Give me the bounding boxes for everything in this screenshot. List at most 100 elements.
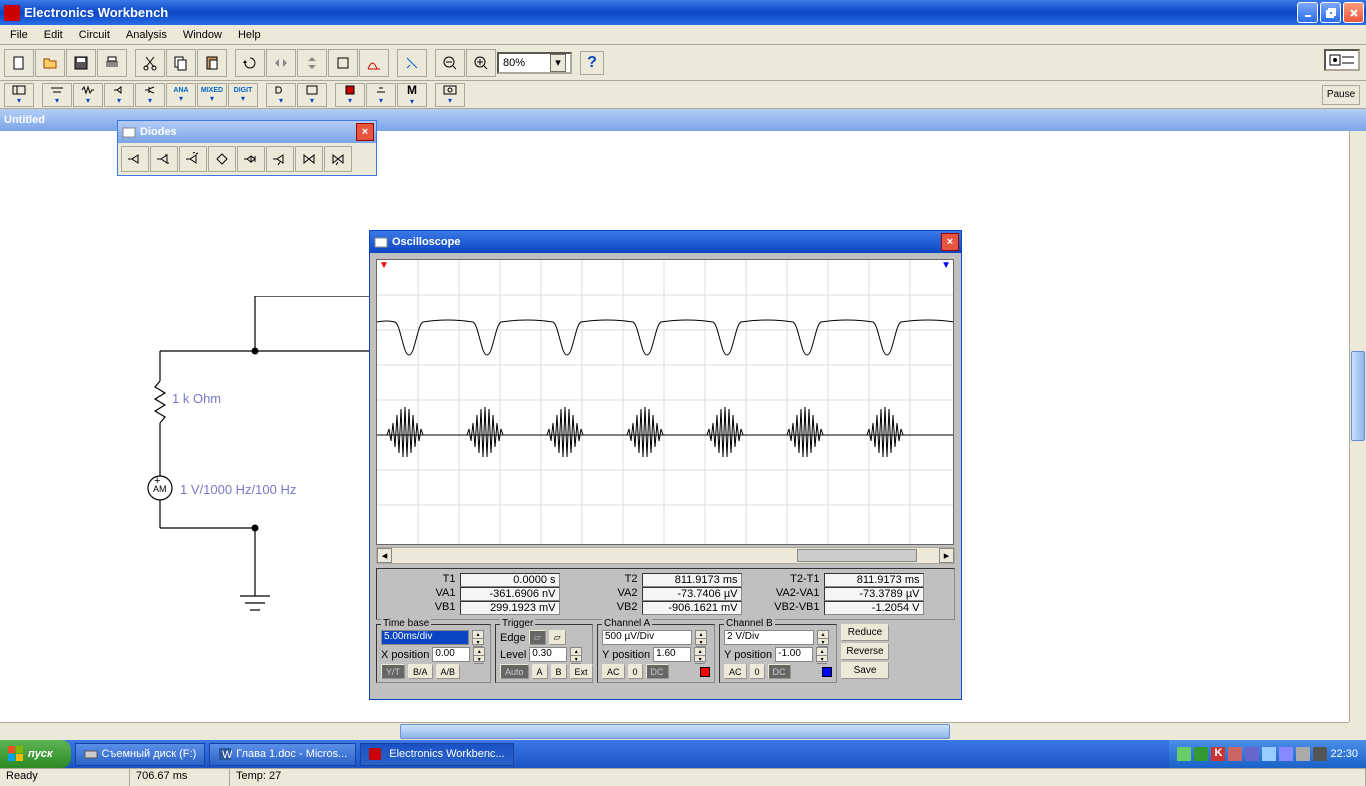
chb-scale-spinner[interactable]: ▴▾: [817, 630, 829, 645]
cha-scale-spinner[interactable]: ▴▾: [695, 630, 707, 645]
scroll-thumb[interactable]: [797, 549, 917, 562]
scope-hscroll[interactable]: ◂ ▸: [376, 547, 955, 564]
restore-button[interactable]: [1320, 2, 1341, 23]
trigger-auto-button[interactable]: Auto: [500, 664, 529, 679]
zener-button[interactable]: [150, 146, 178, 172]
close-button[interactable]: [1343, 2, 1364, 23]
vscroll-thumb[interactable]: [1351, 351, 1365, 441]
digital-ics-button[interactable]: DIGIT▾: [228, 83, 258, 107]
open-button[interactable]: [35, 49, 65, 77]
horizontal-scrollbar[interactable]: [0, 722, 1349, 740]
tray-icon[interactable]: [1228, 747, 1242, 761]
componentprops-button[interactable]: [397, 49, 427, 77]
tray-clock[interactable]: 22:30: [1330, 748, 1358, 760]
diodes-button[interactable]: ▾: [104, 83, 134, 107]
favorites-button[interactable]: ▾: [4, 83, 34, 107]
ba-button[interactable]: B/A: [408, 664, 433, 679]
hscroll-thumb[interactable]: [400, 724, 950, 739]
diode-button[interactable]: [121, 146, 149, 172]
led-button[interactable]: [179, 146, 207, 172]
chb-scale-input[interactable]: 2 V/Div: [724, 630, 814, 645]
help-button[interactable]: ?: [580, 51, 604, 75]
taskbar-item-1[interactable]: WГлава 1.doc - Micros...: [209, 743, 356, 766]
digital-button[interactable]: ▾: [297, 83, 327, 107]
save-scope-button[interactable]: Save: [841, 662, 889, 679]
trigger-b-button[interactable]: B: [551, 664, 567, 679]
mixed-ics-button[interactable]: MIXED▾: [197, 83, 227, 107]
flip-v-button[interactable]: [297, 49, 327, 77]
menu-file[interactable]: File: [2, 27, 36, 43]
graph-button[interactable]: [359, 49, 389, 77]
analog-ics-button[interactable]: ANA▾: [166, 83, 196, 107]
trigger-a-button[interactable]: A: [532, 664, 548, 679]
zoom-in-button[interactable]: [466, 49, 496, 77]
level-input[interactable]: 0.30: [529, 647, 567, 662]
menu-edit[interactable]: Edit: [36, 27, 71, 43]
timebase-scale-input[interactable]: 5.00ms/div: [381, 630, 469, 645]
bridge-button[interactable]: [208, 146, 236, 172]
vertical-scrollbar[interactable]: [1349, 131, 1366, 722]
xpos-spinner[interactable]: ▴▾: [473, 647, 485, 662]
tray-icon[interactable]: [1279, 747, 1293, 761]
chb-ypos-spinner[interactable]: ▴▾: [816, 647, 828, 662]
scr-button[interactable]: [266, 146, 294, 172]
cha-scale-input[interactable]: 500 µV/Div: [602, 630, 692, 645]
oscilloscope-window[interactable]: Oscilloscope × ▼ ▼: [369, 230, 962, 700]
tray-icon[interactable]: [1296, 747, 1310, 761]
logic-gates-button[interactable]: ▾: [266, 83, 296, 107]
flip-h-button[interactable]: [266, 49, 296, 77]
start-button[interactable]: пуск: [0, 740, 71, 768]
edge-rise-button[interactable]: ▱: [529, 630, 546, 645]
basic-button[interactable]: ▾: [73, 83, 103, 107]
chb-zero-button[interactable]: 0: [750, 664, 765, 679]
diac-button[interactable]: [295, 146, 323, 172]
level-spinner[interactable]: ▴▾: [570, 647, 582, 662]
tray-icon[interactable]: K: [1211, 747, 1225, 761]
scroll-left-icon[interactable]: ◂: [377, 548, 392, 563]
subcircuit-button[interactable]: [328, 49, 358, 77]
chb-ac-button[interactable]: AC: [724, 664, 747, 679]
cha-zero-button[interactable]: 0: [628, 664, 643, 679]
copy-button[interactable]: [166, 49, 196, 77]
scroll-right-icon[interactable]: ▸: [939, 548, 954, 563]
reverse-button[interactable]: Reverse: [841, 643, 889, 660]
diodes-palette[interactable]: Diodes ×: [117, 120, 377, 176]
triac-button[interactable]: [324, 146, 352, 172]
paste-button[interactable]: [197, 49, 227, 77]
timebase-spinner[interactable]: ▴▾: [472, 630, 484, 645]
diodes-close-button[interactable]: ×: [356, 123, 374, 141]
menu-circuit[interactable]: Circuit: [71, 27, 118, 43]
edge-fall-button[interactable]: ▱: [549, 630, 566, 645]
cha-ac-button[interactable]: AC: [602, 664, 625, 679]
cha-ypos-input[interactable]: 1.60: [653, 647, 691, 662]
oscilloscope-close-button[interactable]: ×: [941, 233, 959, 251]
reduce-button[interactable]: Reduce: [841, 624, 889, 641]
chb-dc-button[interactable]: DC: [768, 664, 791, 679]
shockley-button[interactable]: [237, 146, 265, 172]
trigger-ext-button[interactable]: Ext: [570, 664, 593, 679]
menu-analysis[interactable]: Analysis: [118, 27, 175, 43]
tray-icon[interactable]: [1313, 747, 1327, 761]
ab-button[interactable]: A/B: [436, 664, 461, 679]
cha-dc-button[interactable]: DC: [646, 664, 669, 679]
print-button[interactable]: [97, 49, 127, 77]
oscilloscope-titlebar[interactable]: Oscilloscope ×: [370, 231, 961, 253]
menu-window[interactable]: Window: [175, 27, 230, 43]
system-tray[interactable]: K 22:30: [1169, 740, 1366, 768]
zoom-out-button[interactable]: [435, 49, 465, 77]
cut-button[interactable]: [135, 49, 165, 77]
simulate-switch[interactable]: [1324, 49, 1360, 71]
menu-help[interactable]: Help: [230, 27, 269, 43]
taskbar-item-0[interactable]: Съемный диск (F:): [75, 743, 206, 766]
new-button[interactable]: [4, 49, 34, 77]
tray-icon[interactable]: [1245, 747, 1259, 761]
yt-button[interactable]: Y/T: [381, 664, 405, 679]
sources-button[interactable]: ▾: [42, 83, 72, 107]
zoom-dropdown-icon[interactable]: ▾: [550, 54, 566, 72]
cha-ypos-spinner[interactable]: ▴▾: [694, 647, 706, 662]
tray-icon[interactable]: [1194, 747, 1208, 761]
xpos-input[interactable]: 0.00: [432, 647, 470, 662]
pause-button[interactable]: Pause: [1322, 85, 1360, 105]
transistors-button[interactable]: ▾: [135, 83, 165, 107]
minimize-button[interactable]: [1297, 2, 1318, 23]
